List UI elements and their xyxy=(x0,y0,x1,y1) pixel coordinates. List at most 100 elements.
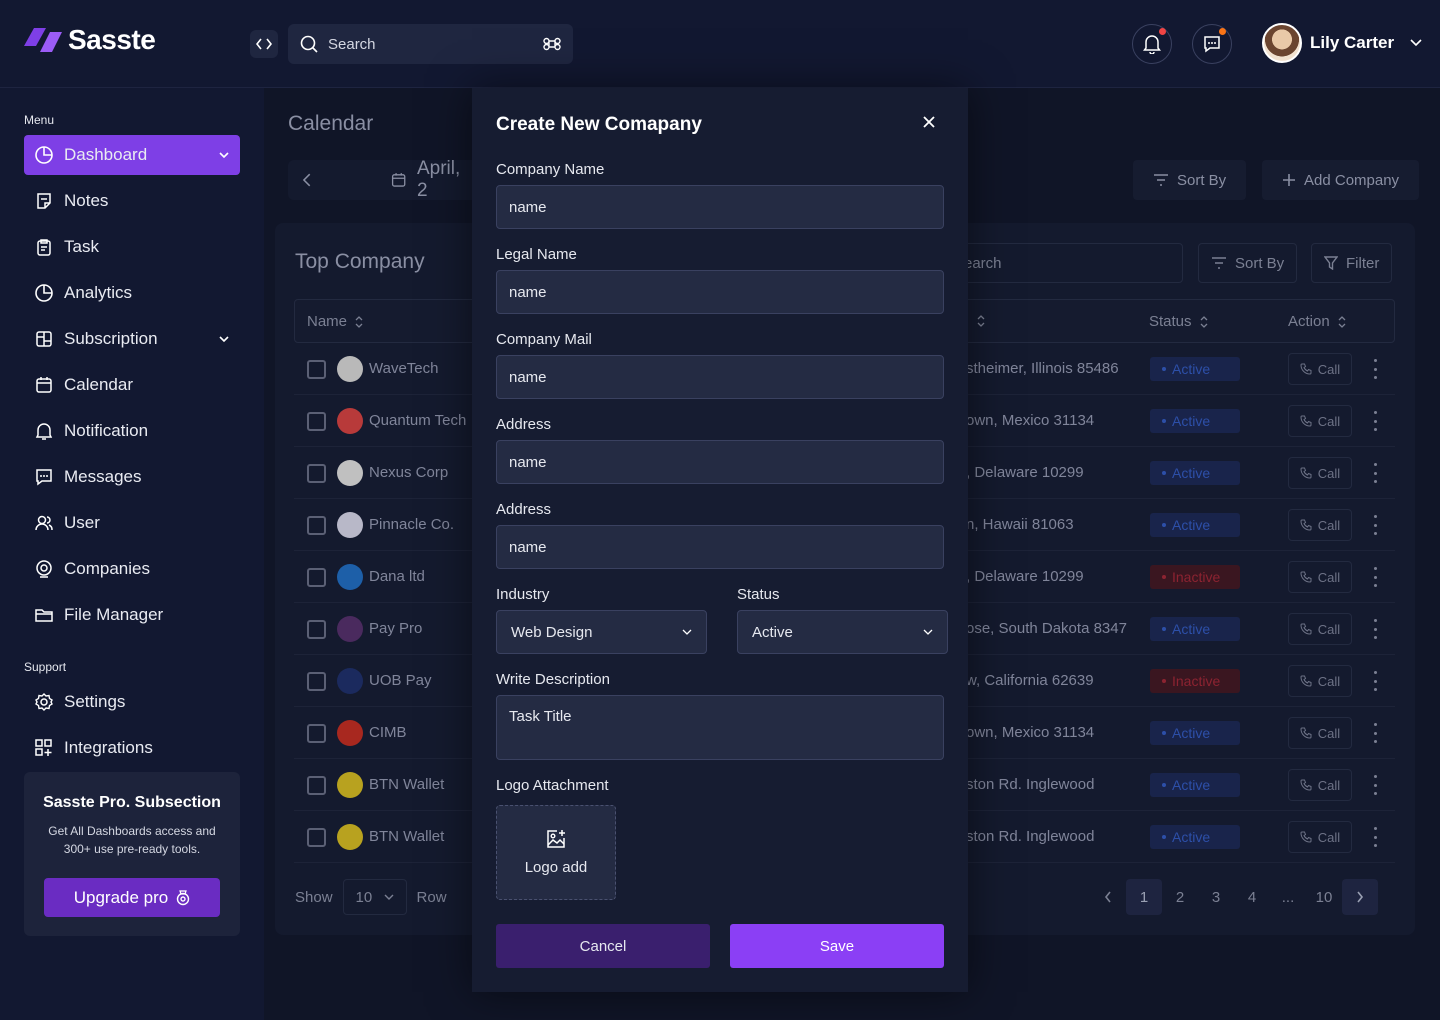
date-navigator[interactable]: April, 2 xyxy=(288,158,488,201)
sidebar-item-task[interactable]: Task xyxy=(24,227,240,267)
status-select[interactable]: Active xyxy=(737,610,948,654)
sidebar-item-settings[interactable]: Settings xyxy=(24,682,240,722)
chevron-left-icon[interactable] xyxy=(302,173,312,187)
more-actions-icon[interactable] xyxy=(1370,619,1380,639)
logo-upload-dropzone[interactable]: Logo add xyxy=(496,805,616,900)
rows-per-page-select[interactable]: 10 xyxy=(342,879,407,915)
company-address: , Delaware 10299 xyxy=(966,568,1084,585)
row-checkbox[interactable] xyxy=(307,724,326,743)
more-actions-icon[interactable] xyxy=(1370,567,1380,587)
call-button[interactable]: Call xyxy=(1288,405,1352,437)
call-button[interactable]: Call xyxy=(1288,613,1352,645)
more-actions-icon[interactable] xyxy=(1370,775,1380,795)
chat-icon xyxy=(36,469,52,486)
sidebar-item-notification[interactable]: Notification xyxy=(24,411,240,451)
page-button[interactable]: 2 xyxy=(1162,879,1198,915)
cancel-button[interactable]: Cancel xyxy=(496,924,710,968)
sidebar-item-analytics[interactable]: Analytics xyxy=(24,273,240,313)
close-icon[interactable] xyxy=(922,115,936,129)
call-button[interactable]: Call xyxy=(1288,769,1352,801)
page-button[interactable]: 10 xyxy=(1306,879,1342,915)
call-button[interactable]: Call xyxy=(1288,561,1352,593)
sidebar-item-dashboard[interactable]: Dashboard xyxy=(24,135,240,175)
sidebar-item-file-manager[interactable]: File Manager xyxy=(24,595,240,635)
sort-arrows-icon[interactable] xyxy=(977,315,985,327)
rows-per-page-value: 10 xyxy=(355,888,373,906)
more-actions-icon[interactable] xyxy=(1370,463,1380,483)
more-actions-icon[interactable] xyxy=(1370,515,1380,535)
sidebar-toggle-button[interactable] xyxy=(250,30,278,58)
description-textarea[interactable]: Task Title xyxy=(496,695,944,760)
column-status[interactable]: Status xyxy=(1149,313,1208,330)
sort-by-button[interactable]: Sort By xyxy=(1133,160,1247,200)
sidebar-item-subscription[interactable]: Subscription xyxy=(24,319,240,359)
sidebar-item-notes[interactable]: Notes xyxy=(24,181,240,221)
more-actions-icon[interactable] xyxy=(1370,359,1380,379)
sidebar-item-integrations[interactable]: Integrations xyxy=(24,728,240,768)
phone-icon xyxy=(1300,519,1312,531)
chevron-right-icon xyxy=(1357,891,1364,903)
search-input[interactable]: Search xyxy=(288,24,573,64)
grid-plus-icon xyxy=(35,739,52,756)
add-company-button[interactable]: Add Company xyxy=(1262,160,1420,200)
status-dot xyxy=(1162,783,1166,787)
sidebar-item-label: Settings xyxy=(64,692,126,711)
row-checkbox[interactable] xyxy=(307,412,326,431)
column-name[interactable]: Name xyxy=(307,313,363,330)
more-actions-icon[interactable] xyxy=(1370,671,1380,691)
filter-icon xyxy=(1324,256,1338,270)
company-address: own, Mexico 31134 xyxy=(966,724,1095,741)
sidebar-item-calendar[interactable]: Calendar xyxy=(24,365,240,405)
phone-icon xyxy=(1300,675,1312,687)
more-actions-icon[interactable] xyxy=(1370,827,1380,847)
call-button[interactable]: Call xyxy=(1288,353,1352,385)
notification-button[interactable] xyxy=(1132,24,1172,64)
brand-logo[interactable]: Sasste xyxy=(24,24,156,56)
search-icon xyxy=(300,35,318,53)
call-button[interactable]: Call xyxy=(1288,821,1352,853)
company-name-field[interactable]: name xyxy=(496,185,944,229)
next-page-button[interactable] xyxy=(1342,879,1378,915)
row-checkbox[interactable] xyxy=(307,464,326,483)
call-button[interactable]: Call xyxy=(1288,717,1352,749)
sidebar-item-messages[interactable]: Messages xyxy=(24,457,240,497)
save-button[interactable]: Save xyxy=(730,924,944,968)
user-menu[interactable]: Lily Carter xyxy=(1262,23,1422,63)
table-sort-button[interactable]: Sort By xyxy=(1198,243,1298,283)
filter-button[interactable]: Filter xyxy=(1311,243,1393,283)
row-checkbox[interactable] xyxy=(307,672,326,691)
page-button[interactable]: 1 xyxy=(1126,879,1162,915)
bell-icon xyxy=(35,423,53,440)
row-checkbox[interactable] xyxy=(307,516,326,535)
company-logo xyxy=(337,824,363,850)
call-label: Call xyxy=(1317,725,1341,741)
page-button[interactable]: 3 xyxy=(1198,879,1234,915)
legal-name-field[interactable]: name xyxy=(496,270,944,314)
row-checkbox[interactable] xyxy=(307,360,326,379)
call-button[interactable]: Call xyxy=(1288,665,1352,697)
column-action[interactable]: Action xyxy=(1288,313,1346,330)
industry-select[interactable]: Web Design xyxy=(496,610,707,654)
call-button[interactable]: Call xyxy=(1288,509,1352,541)
address-2-field[interactable]: name xyxy=(496,525,944,569)
sidebar-item-companies[interactable]: Companies xyxy=(24,549,240,589)
row-checkbox[interactable] xyxy=(307,568,326,587)
address-field[interactable]: name xyxy=(496,440,944,484)
sidebar-item-user[interactable]: User xyxy=(24,503,240,543)
page-button[interactable]: 4 xyxy=(1234,879,1270,915)
description-label: Write Description xyxy=(496,671,610,688)
top-header: Sasste Search Lily Carter xyxy=(0,0,1440,88)
row-checkbox[interactable] xyxy=(307,828,326,847)
table-search-input[interactable]: earch xyxy=(955,243,1183,283)
row-checkbox[interactable] xyxy=(307,620,326,639)
company-mail-field[interactable]: name xyxy=(496,355,944,399)
company-logo xyxy=(337,564,363,590)
row-checkbox[interactable] xyxy=(307,776,326,795)
company-name-label: Company Name xyxy=(496,161,605,178)
call-button[interactable]: Call xyxy=(1288,457,1352,489)
more-actions-icon[interactable] xyxy=(1370,411,1380,431)
messages-button[interactable] xyxy=(1192,24,1232,64)
more-actions-icon[interactable] xyxy=(1370,723,1380,743)
upgrade-button[interactable]: Upgrade pro xyxy=(44,878,220,917)
prev-page-button[interactable] xyxy=(1090,879,1126,915)
